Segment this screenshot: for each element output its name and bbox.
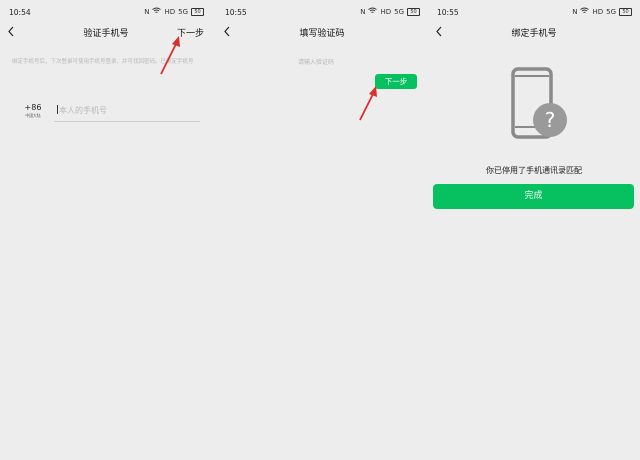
signal-5g-icon: 5G [606, 7, 616, 16]
battery-icon: 50 [619, 8, 632, 16]
done-button[interactable]: 完成 [433, 184, 634, 209]
screen-enter-code: 10:55 N HD 5G 50 填写验证码 请输入验证码 下一步 [216, 0, 428, 460]
status-time: 10:55 [225, 8, 247, 17]
wifi-icon [368, 7, 378, 17]
status-bar: 10:55 N HD 5G 50 [428, 0, 640, 22]
svg-text:?: ? [545, 108, 556, 132]
red-arrow-annotation [359, 86, 377, 121]
text-caret [57, 105, 58, 114]
country-region: 中国大陆 [25, 113, 41, 118]
screen-verify-phone: 10:54 N HD 5G 50 验证手机号 下一步 绑定手机号后，下次登录可使… [0, 0, 212, 460]
wifi-icon [152, 7, 162, 17]
signal-5g-icon: 5G [394, 7, 404, 16]
phone-question-icon: ? [510, 66, 570, 142]
signal-5g-icon: 5G [178, 7, 188, 16]
hd-icon: HD [164, 7, 176, 16]
wifi-icon [580, 7, 590, 17]
phone-placeholder: 本人的手机号 [59, 106, 107, 115]
phone-input[interactable]: 本人的手机号 [54, 102, 200, 122]
nfc-icon: N [360, 7, 366, 16]
next-button[interactable]: 下一步 [375, 74, 417, 89]
status-bar: 10:55 N HD 5G 50 [216, 0, 428, 22]
status-time: 10:54 [9, 8, 31, 17]
hd-icon: HD [380, 7, 392, 16]
nav-bar: 填写验证码 [216, 22, 428, 42]
screen-bind-phone: 10:55 N HD 5G 50 绑定手机号 ? 你已停用了手机通讯录匹配 完成 [428, 0, 640, 460]
verification-code-input[interactable]: 请输入验证码 [298, 57, 418, 66]
battery-icon: 50 [407, 8, 420, 16]
page-title: 绑定手机号 [511, 29, 557, 39]
red-arrow-annotation [160, 36, 180, 75]
nav-bar: 绑定手机号 [428, 22, 640, 42]
hd-icon: HD [592, 7, 604, 16]
status-bar: 10:54 N HD 5G 50 [0, 0, 212, 22]
country-code: +86 [24, 103, 42, 112]
nfc-icon: N [572, 7, 578, 16]
status-message: 你已停用了手机通讯录匹配 [486, 166, 582, 175]
status-time: 10:55 [437, 8, 459, 17]
nfc-icon: N [144, 7, 150, 16]
country-code-selector[interactable]: +86 中国大陆 [22, 103, 44, 119]
battery-icon: 50 [191, 8, 204, 16]
page-title: 填写验证码 [299, 29, 345, 39]
